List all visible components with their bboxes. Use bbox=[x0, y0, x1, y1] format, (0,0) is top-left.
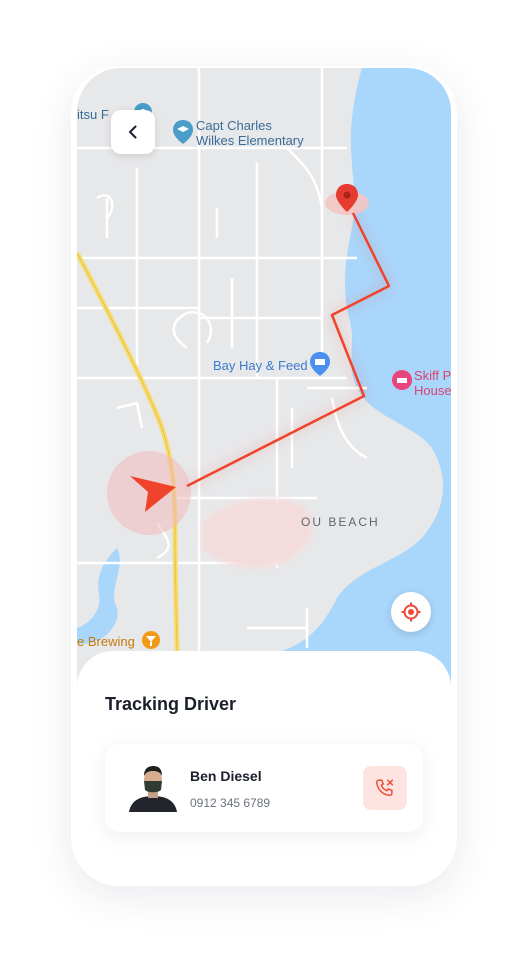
phone-frame: itsu F Capt Charles Wilkes Elementary Ba… bbox=[71, 66, 457, 886]
map-label-skiff-line2: House bbox=[414, 383, 451, 398]
locate-me-button[interactable] bbox=[391, 592, 431, 632]
map-label-partial: itsu F bbox=[77, 107, 109, 122]
avatar bbox=[129, 766, 177, 812]
driver-phone: 0912 345 6789 bbox=[190, 796, 271, 810]
driver-name: Ben Diesel bbox=[190, 768, 262, 784]
bar-icon bbox=[142, 631, 160, 649]
map-label-feed-store: Bay Hay & Feed bbox=[213, 358, 308, 373]
sheet-title: Tracking Driver bbox=[105, 694, 237, 714]
map-label-skiff: Skiff P bbox=[414, 368, 451, 383]
bottom-sheet: Tracking Driver Ben Diesel 0912 345 6789 bbox=[77, 651, 451, 886]
map-label-school-line2: Wilkes Elementary bbox=[196, 133, 304, 148]
back-button[interactable] bbox=[111, 110, 155, 154]
map-view[interactable]: itsu F Capt Charles Wilkes Elementary Ba… bbox=[77, 68, 451, 718]
call-button[interactable] bbox=[363, 766, 407, 810]
map-label-beach: OU BEACH bbox=[301, 515, 380, 529]
lodging-icon bbox=[392, 370, 412, 390]
map-label-school: Capt Charles bbox=[196, 118, 272, 133]
map-label-brewing: e Brewing bbox=[77, 634, 135, 649]
crosshair-icon bbox=[401, 602, 421, 622]
phone-cancel-icon bbox=[376, 779, 394, 797]
driver-card[interactable]: Ben Diesel 0912 345 6789 bbox=[105, 744, 423, 832]
chevron-left-icon bbox=[129, 125, 137, 139]
